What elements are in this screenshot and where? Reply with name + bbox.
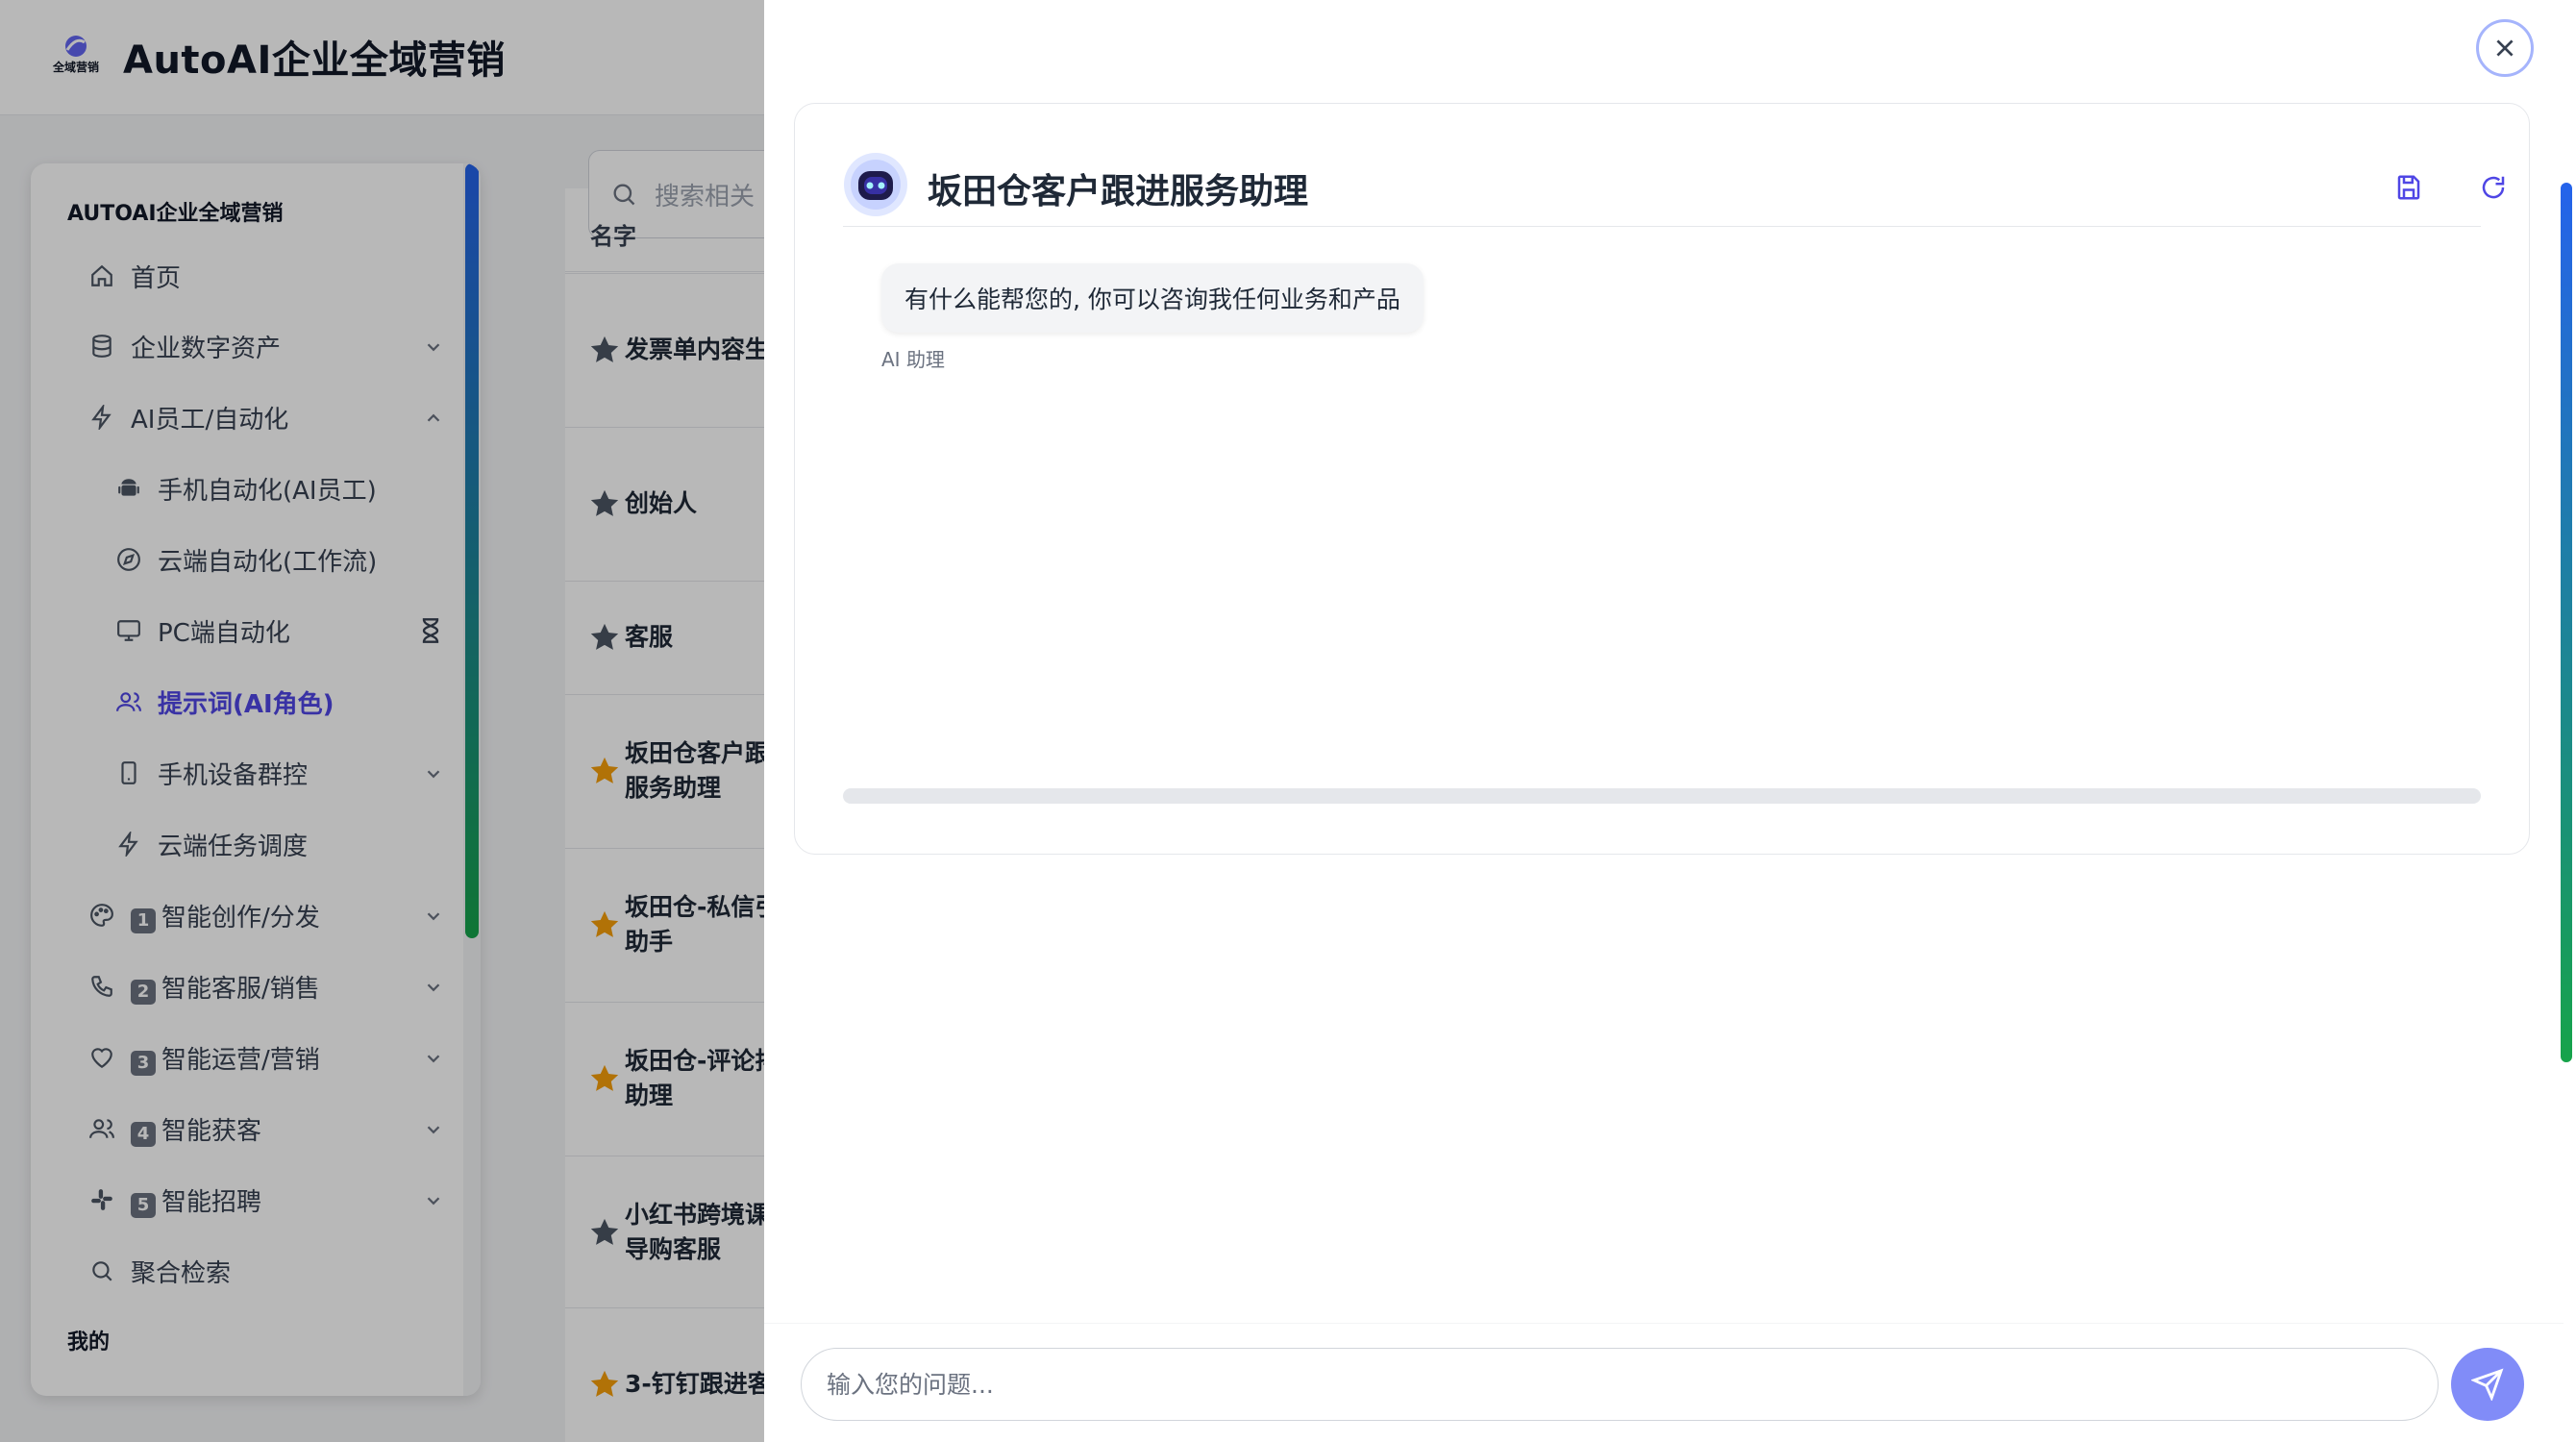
- close-icon: [2496, 39, 2514, 57]
- chat-header: 坂田仓客户跟进服务助理: [843, 152, 2505, 227]
- ai-message-bubble: 有什么能帮您的, 你可以咨询我任何业务和产品: [881, 263, 1424, 333]
- refresh-button[interactable]: [2477, 171, 2510, 204]
- robot-avatar-icon: [844, 153, 907, 216]
- save-icon: [2397, 175, 2420, 200]
- send-button[interactable]: [2451, 1348, 2524, 1421]
- chat-title: 坂田仓客户跟进服务助理: [928, 172, 1309, 211]
- horizontal-scrollbar[interactable]: [843, 788, 2481, 804]
- save-button[interactable]: [2392, 171, 2425, 204]
- message-sender: AI 助理: [881, 348, 945, 371]
- chat-input[interactable]: [801, 1348, 2439, 1421]
- drawer-scrollbar[interactable]: [2561, 183, 2572, 1062]
- refresh-icon: [2482, 176, 2505, 199]
- send-icon: [2471, 1368, 2504, 1401]
- chat-panel: 坂田仓客户跟进服务助理 有什么能帮您的, 你可以咨询我任何业务和产品 AI 助理: [794, 103, 2530, 855]
- close-button[interactable]: [2476, 19, 2534, 77]
